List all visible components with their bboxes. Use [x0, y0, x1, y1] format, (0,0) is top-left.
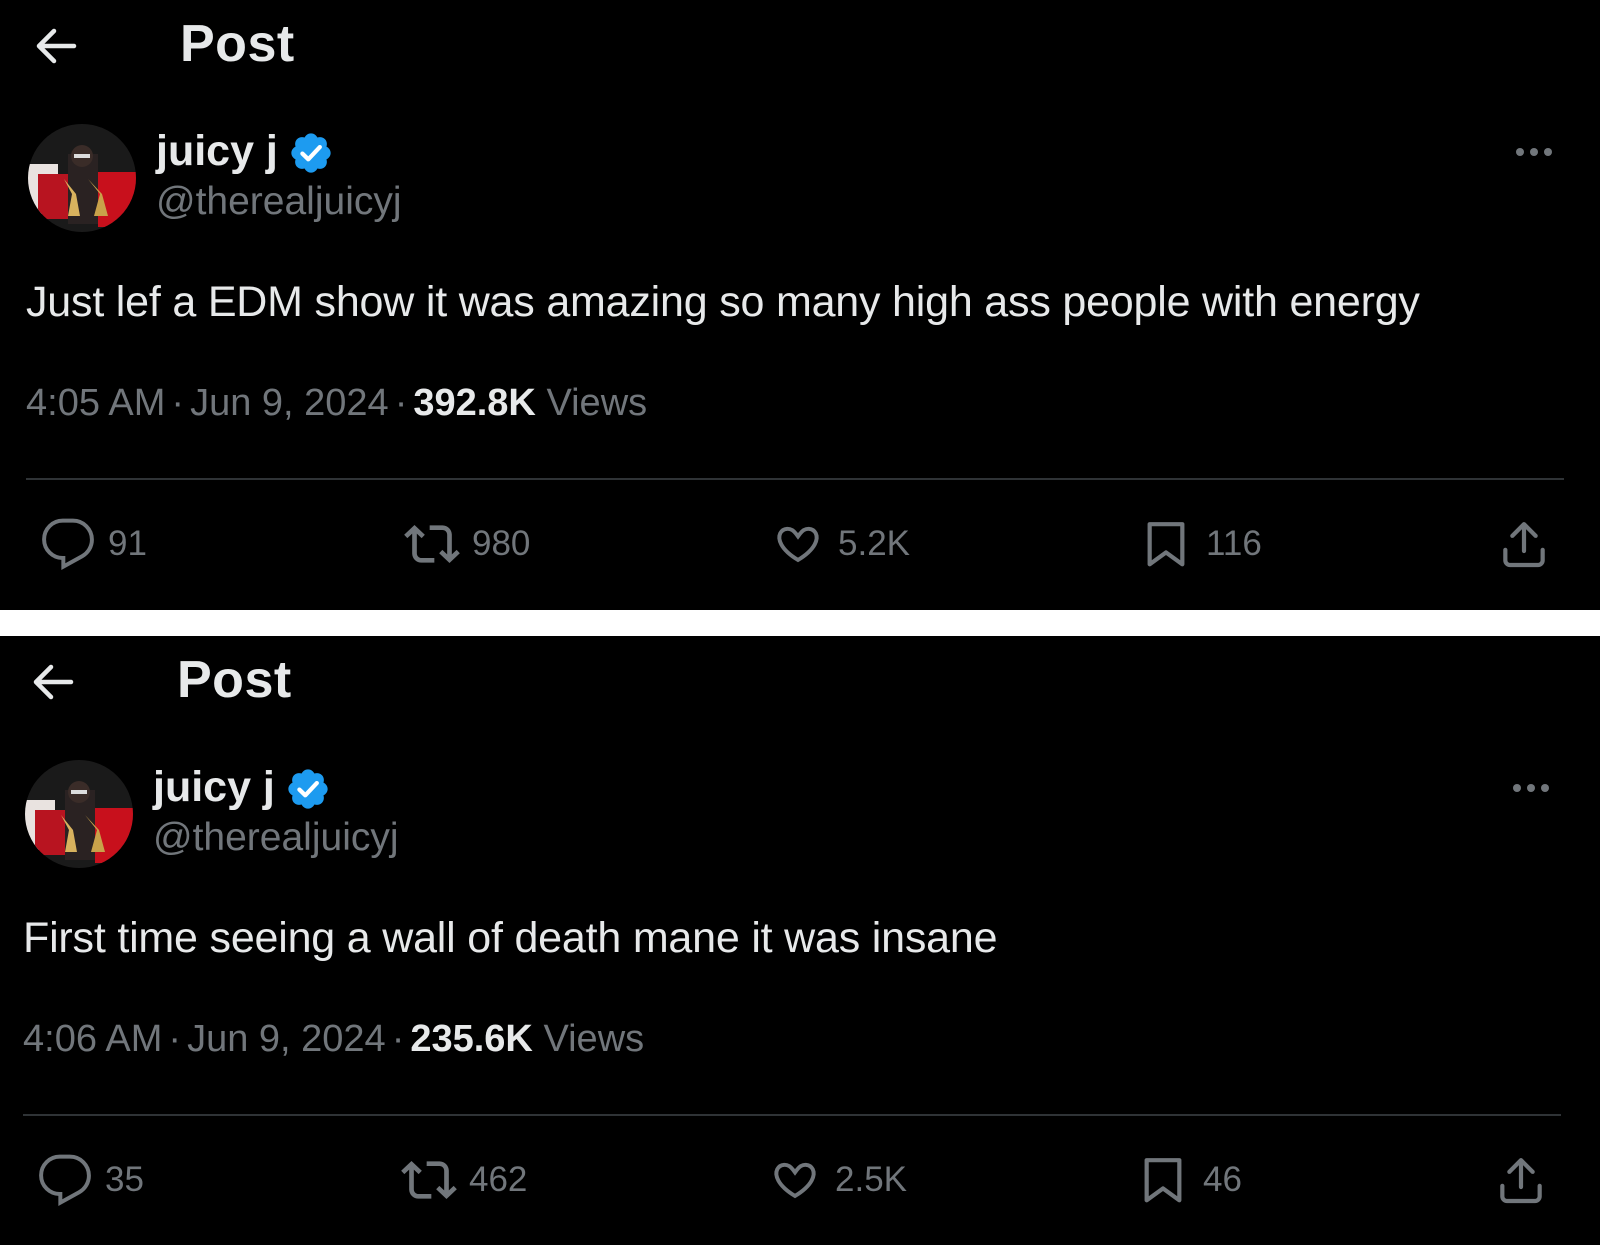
post-date[interactable]: Jun 9, 2024 — [187, 1018, 386, 1060]
share-button[interactable] — [1493, 1152, 1549, 1208]
author-name[interactable]: juicy j — [153, 763, 275, 812]
bookmark-icon — [1135, 1152, 1191, 1208]
separator-dot: · — [171, 382, 185, 424]
like-count: 2.5K — [835, 1160, 907, 1199]
back-arrow-icon[interactable] — [34, 26, 78, 66]
divider — [23, 1114, 1561, 1116]
verified-badge-icon — [285, 766, 331, 812]
post-panel-1: Post juicy j @therealjuicyj Just lef a E… — [0, 0, 1600, 610]
like-button[interactable]: 5.2K — [770, 516, 910, 572]
views-label: Views — [543, 1018, 645, 1060]
like-count: 5.2K — [838, 524, 910, 563]
share-icon — [1496, 516, 1552, 572]
author-handle[interactable]: @therealjuicyj — [153, 816, 399, 860]
repost-count: 462 — [469, 1160, 528, 1199]
post-time[interactable]: 4:06 AM — [23, 1018, 162, 1060]
post-meta: 4:06 AM · Jun 9, 2024 · 235.6K Views — [23, 1018, 644, 1061]
page-title: Post — [177, 651, 292, 709]
reply-count: 91 — [108, 524, 147, 563]
repost-icon — [401, 1152, 457, 1208]
reply-icon — [37, 1152, 93, 1208]
back-arrow-icon[interactable] — [31, 662, 75, 702]
views-count: 392.8K — [413, 382, 536, 424]
repost-button[interactable]: 462 — [401, 1152, 527, 1208]
more-options-icon[interactable] — [1511, 770, 1555, 806]
post-text: Just lef a EDM show it was amazing so ma… — [26, 278, 1420, 326]
reply-button[interactable]: 91 — [40, 516, 147, 572]
post-time[interactable]: 4:05 AM — [26, 382, 165, 424]
bookmark-count: 116 — [1206, 524, 1262, 563]
post-date[interactable]: Jun 9, 2024 — [190, 382, 389, 424]
bookmark-icon — [1138, 516, 1194, 572]
bookmark-count: 46 — [1203, 1160, 1242, 1199]
bookmark-button[interactable]: 116 — [1138, 516, 1262, 572]
reply-count: 35 — [105, 1160, 144, 1199]
post-text: First time seeing a wall of death mane i… — [23, 914, 998, 962]
repost-count: 980 — [472, 524, 531, 563]
repost-icon — [404, 516, 460, 572]
like-icon — [770, 516, 826, 572]
post-meta: 4:05 AM · Jun 9, 2024 · 392.8K Views — [26, 382, 647, 425]
like-button[interactable]: 2.5K — [767, 1152, 907, 1208]
views-label: Views — [546, 382, 648, 424]
avatar[interactable] — [25, 760, 133, 868]
avatar[interactable] — [28, 124, 136, 232]
post-panel-2: Post juicy j @therealjuicyj First time s… — [0, 636, 1600, 1245]
verified-badge-icon — [288, 130, 334, 176]
more-options-icon[interactable] — [1514, 134, 1558, 170]
reply-icon — [40, 516, 96, 572]
repost-button[interactable]: 980 — [404, 516, 530, 572]
page-title: Post — [180, 15, 295, 73]
bookmark-button[interactable]: 46 — [1135, 1152, 1242, 1208]
share-button[interactable] — [1496, 516, 1552, 572]
share-icon — [1493, 1152, 1549, 1208]
author-handle[interactable]: @therealjuicyj — [156, 180, 402, 224]
separator-dot: · — [394, 382, 408, 424]
divider — [26, 478, 1564, 480]
author-name[interactable]: juicy j — [156, 127, 278, 176]
like-icon — [767, 1152, 823, 1208]
views-count: 235.6K — [410, 1018, 533, 1060]
separator-dot: · — [391, 1018, 405, 1060]
reply-button[interactable]: 35 — [37, 1152, 144, 1208]
separator-dot: · — [168, 1018, 182, 1060]
